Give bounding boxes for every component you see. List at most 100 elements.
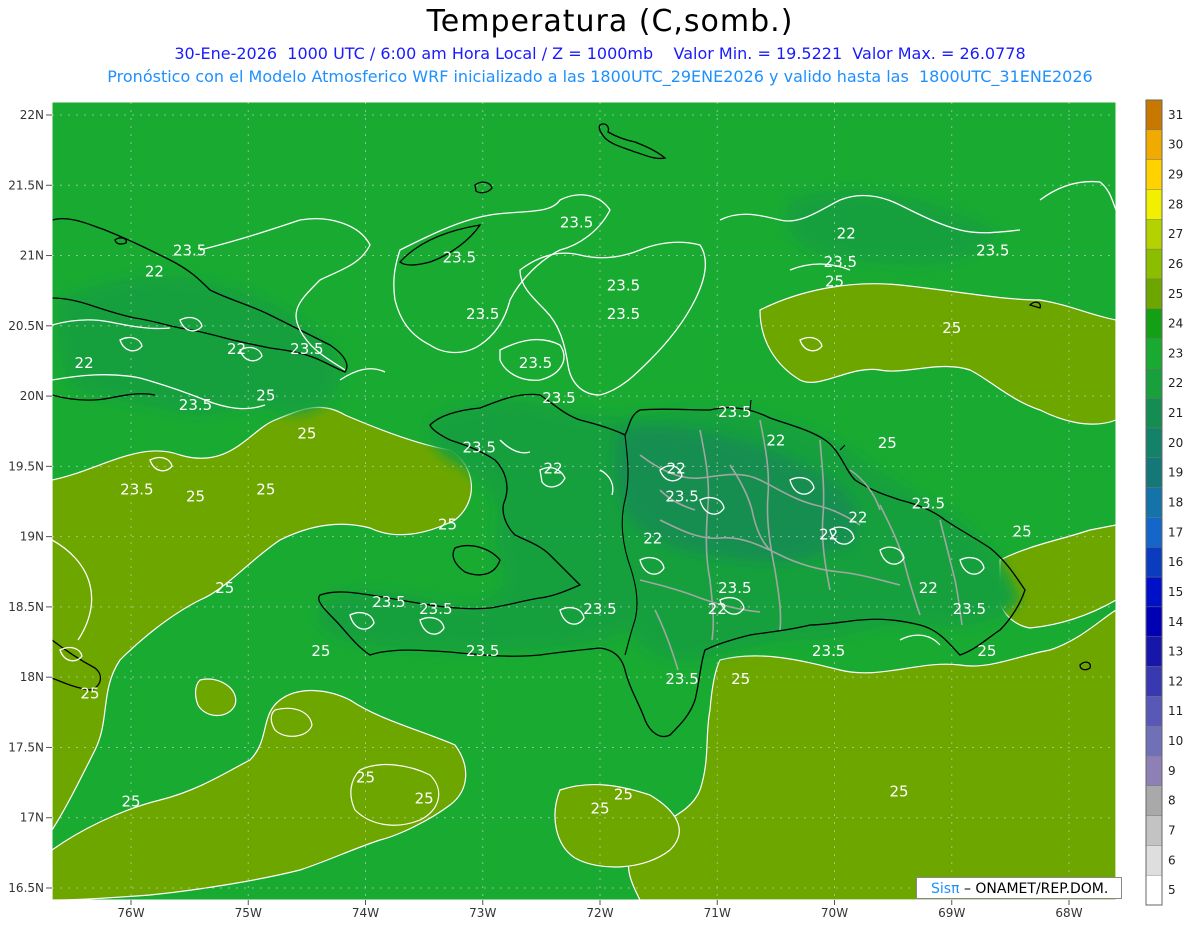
contour-value-label: 22 xyxy=(75,354,94,372)
colorbar-label: 20 xyxy=(1168,436,1183,450)
contour-value-label: 23.5 xyxy=(665,670,698,688)
contour-value-label: 22 xyxy=(819,525,838,543)
contour-value-label: 25 xyxy=(297,424,316,442)
lat-tick-label: 17.5N xyxy=(8,740,44,754)
colorbar-swatch xyxy=(1145,725,1163,757)
colorbar-swatch xyxy=(1145,815,1163,846)
colorbar-label: 21 xyxy=(1168,406,1183,420)
lon-tick-label: 75W xyxy=(235,906,262,920)
colorbar-label: 27 xyxy=(1168,227,1183,241)
colorbar-swatch xyxy=(1145,636,1163,667)
colorbar-label: 24 xyxy=(1168,317,1183,331)
contour-value-label: 25 xyxy=(215,579,234,597)
contour-value-label: 23.5 xyxy=(607,305,640,323)
lat-tick-label: 21N xyxy=(20,249,44,263)
colorbar-swatch xyxy=(1145,308,1163,339)
colorbar-swatch xyxy=(1145,368,1163,399)
colorbar-swatch xyxy=(1145,129,1163,160)
colorbar-label: 18 xyxy=(1168,496,1183,510)
colorbar-swatch xyxy=(1145,845,1163,876)
colorbar-swatch xyxy=(1145,397,1163,429)
lon-tick-label: 69W xyxy=(938,906,965,920)
contour-value-label: 25 xyxy=(121,792,140,810)
lon-tick-label: 71W xyxy=(704,906,731,920)
colorbar-label: 19 xyxy=(1168,466,1183,480)
contour-value-label: 23.5 xyxy=(824,253,857,271)
contour-value-label: 25 xyxy=(878,434,897,452)
colorbar-swatch xyxy=(1145,278,1163,309)
contour-value-label: 25 xyxy=(356,769,375,787)
contour-value-label: 23.5 xyxy=(120,480,153,498)
contour-value-label: 23.5 xyxy=(976,242,1009,260)
lat-tick-label: 19N xyxy=(20,530,44,544)
colorbar-label: 13 xyxy=(1168,645,1183,659)
lon-tick-label: 73W xyxy=(469,906,496,920)
colorbar-swatch xyxy=(1145,189,1163,220)
contour-value-label: 23.5 xyxy=(179,396,212,414)
colorbar-swatch xyxy=(1145,338,1163,369)
colorbar-label: 16 xyxy=(1168,555,1183,569)
contour-value-label: 23.5 xyxy=(718,579,751,597)
contour-value-label: 25 xyxy=(80,684,99,702)
colorbar-label: 12 xyxy=(1168,674,1183,688)
contour-value-label: 25 xyxy=(1013,523,1032,541)
contour-value-label: 23.5 xyxy=(466,305,499,323)
colorbar-label: 7 xyxy=(1168,823,1176,837)
colorbar-swatch xyxy=(1145,248,1163,280)
contour-value-label: 23.5 xyxy=(583,600,616,618)
colorbar-swatch xyxy=(1145,755,1163,786)
contour-value-label: 22 xyxy=(145,263,164,281)
credit-box: Sisπ – ONAMET/REP.DOM. xyxy=(916,877,1122,899)
colorbar-swatch xyxy=(1145,457,1163,488)
colorbar-swatch xyxy=(1145,547,1163,578)
contour-value-label: 25 xyxy=(256,480,275,498)
lat-tick-label: 21.5N xyxy=(8,178,44,192)
shaded-temperature-field: 23.5 22 22 22 23.5 23.5 25 25 23.5 25 25 25 25 25 23.5… xyxy=(52,102,1116,900)
lat-tick-label: 19.5N xyxy=(8,459,44,473)
colorbar-swatch xyxy=(1145,427,1163,458)
lat-tick-label: 22N xyxy=(20,108,44,122)
contour-value-label: 23.5 xyxy=(607,277,640,295)
lat-tick-label: 16.5N xyxy=(8,881,44,895)
contour-value-label: 23.5 xyxy=(466,642,499,660)
contour-value-label: 23.5 xyxy=(419,600,452,618)
contour-value-label: 25 xyxy=(256,386,275,404)
contour-value-label: 22 xyxy=(667,459,686,477)
contour-value-label: 22 xyxy=(544,459,563,477)
colorbar-label: 11 xyxy=(1168,704,1183,718)
contour-value-label: 25 xyxy=(731,670,750,688)
lat-tick-label: 20.5N xyxy=(8,319,44,333)
colorbar-label: 28 xyxy=(1168,197,1183,211)
contour-value-label: 22 xyxy=(848,509,867,527)
contour-value-label: 23.5 xyxy=(290,340,323,358)
contour-value-label: 23.5 xyxy=(812,642,845,660)
lon-tick-label: 70W xyxy=(821,906,848,920)
colorbar-swatch xyxy=(1145,517,1163,548)
contour-value-label: 23.5 xyxy=(912,495,945,513)
contour-value-label: 25 xyxy=(889,783,908,801)
contour-value-label: 25 xyxy=(415,790,434,808)
contour-value-label: 23.5 xyxy=(463,438,496,456)
credit-text: – ONAMET/REP.DOM. xyxy=(959,881,1109,897)
colorbar-label: 8 xyxy=(1168,794,1176,808)
colorbar-label: 25 xyxy=(1168,287,1183,301)
contour-value-label: 23.5 xyxy=(173,242,206,260)
contour-value-label: 25 xyxy=(942,319,961,337)
contour-value-label: 23.5 xyxy=(953,600,986,618)
contour-value-label: 23.5 xyxy=(372,593,405,611)
colorbar-label: 30 xyxy=(1168,138,1183,152)
colorbar-label: 6 xyxy=(1168,853,1176,867)
colorbar-swatch xyxy=(1145,219,1163,250)
contour-value-label: 25 xyxy=(614,785,633,803)
lat-tick-label: 18.5N xyxy=(8,600,44,614)
colorbar-swatch xyxy=(1145,666,1163,697)
contour-value-label: 25 xyxy=(311,642,330,660)
colorbar-swatch xyxy=(1145,785,1163,816)
colorbar-label: 15 xyxy=(1168,585,1183,599)
sispi-logo: Sisπ xyxy=(931,881,960,897)
colorbar-swatch xyxy=(1145,487,1163,518)
colorbar-swatch xyxy=(1145,576,1163,608)
colorbar-label: 26 xyxy=(1168,257,1183,271)
contour-value-label: 22 xyxy=(708,600,727,618)
colorbar-label: 22 xyxy=(1168,376,1183,390)
